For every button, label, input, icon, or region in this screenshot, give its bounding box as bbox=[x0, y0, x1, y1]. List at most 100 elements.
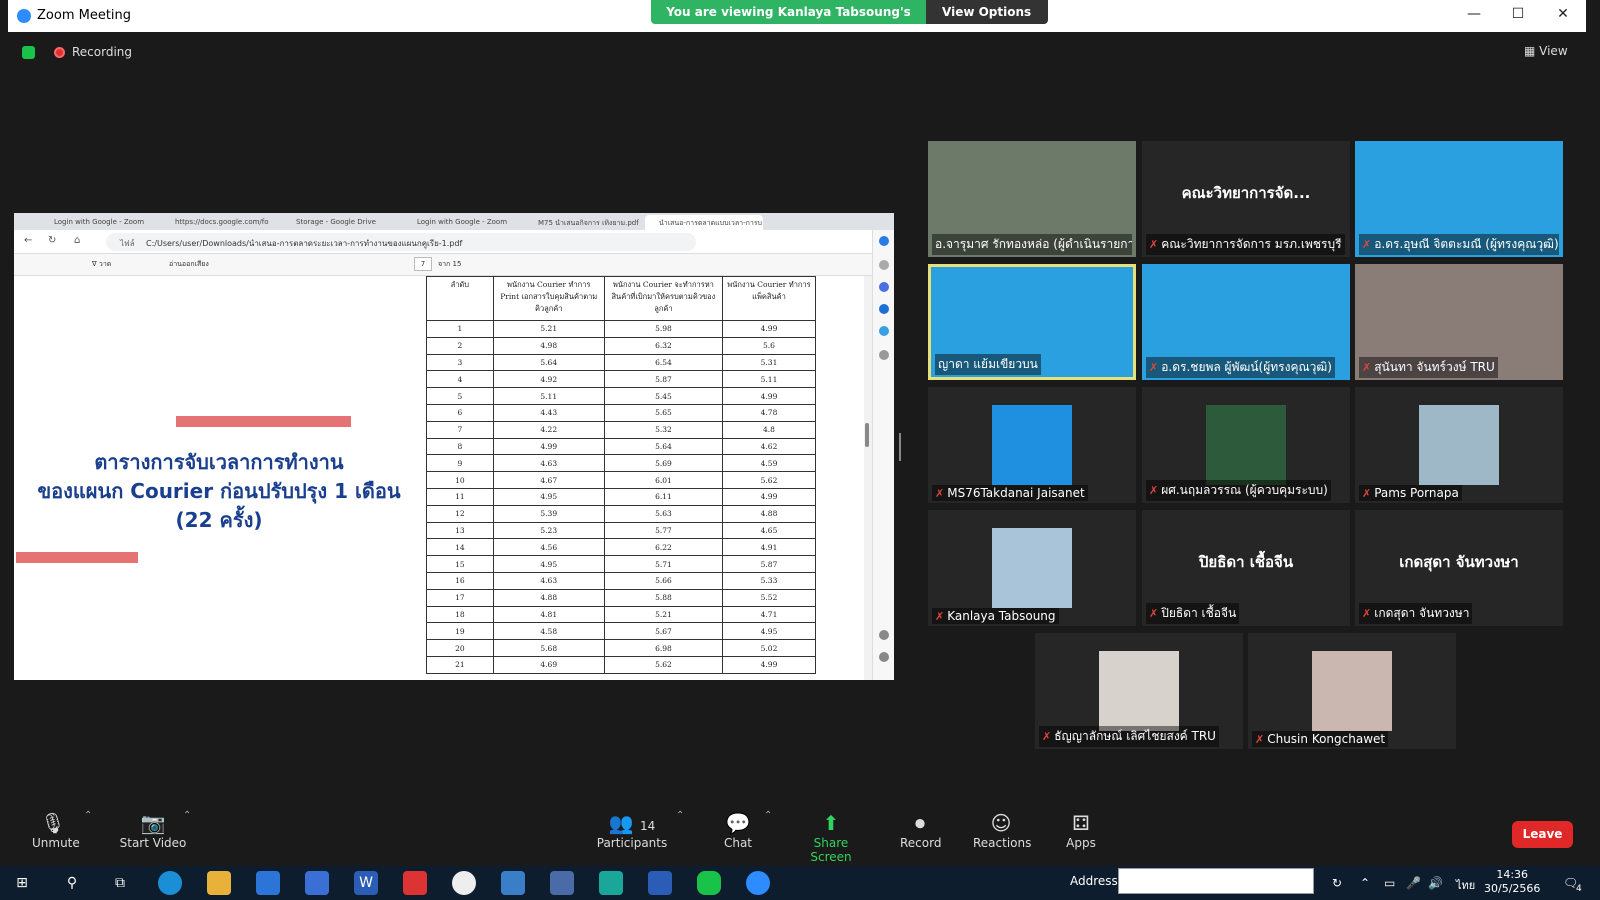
tools-icon[interactable] bbox=[879, 282, 889, 292]
app-icon[interactable] bbox=[599, 871, 623, 895]
network-icon[interactable]: ▭ bbox=[1384, 876, 1395, 890]
zoom-icon[interactable] bbox=[746, 871, 770, 895]
browser-tab-active[interactable]: นำเสนอ-การตลาดแบบเวลา-การบ bbox=[645, 215, 763, 230]
table-cell: 4.71 bbox=[722, 605, 816, 624]
participant-tile[interactable]: ✗ Chusin Kongchawet bbox=[1248, 633, 1456, 749]
url-field[interactable]: ไฟล์ C:/Users/user/Downloads/นำเสนอ-การต… bbox=[106, 233, 696, 251]
add-icon[interactable] bbox=[879, 350, 889, 360]
participant-tile[interactable]: เกดสุดา จันทวงษา ✗ เกดสุดา จันทวงษา bbox=[1355, 510, 1563, 626]
unmute-button[interactable]: 🎙 Unmute bbox=[32, 810, 80, 850]
maximize-icon[interactable]: ☐ bbox=[1508, 6, 1528, 22]
table-cell: 5.87 bbox=[722, 555, 816, 573]
close-icon[interactable]: ✕ bbox=[1553, 6, 1573, 22]
participants-count: 14 bbox=[639, 819, 656, 833]
task-view-icon[interactable]: ⧉ bbox=[108, 871, 132, 895]
home-icon[interactable]: ⌂ bbox=[74, 235, 80, 246]
record-icon: ⏺ bbox=[915, 811, 925, 835]
participant-name-tag: อ.จารุมาศ รักทองหล่อ (ผู้ดำเนินรายการ) bbox=[932, 234, 1132, 255]
participant-tile[interactable]: ญาดา แย้มเขียวบน bbox=[928, 264, 1136, 380]
search-icon[interactable] bbox=[879, 260, 889, 270]
leave-button[interactable]: Leave bbox=[1512, 821, 1573, 848]
bing-icon[interactable] bbox=[879, 236, 889, 246]
draw-tool[interactable]: ∇ วาด bbox=[92, 259, 111, 270]
chat-options-chevron[interactable]: ⌃ bbox=[764, 810, 772, 821]
view-options-button[interactable]: View Options ⌄ bbox=[926, 0, 1048, 43]
split-divider[interactable] bbox=[899, 433, 901, 461]
browser-tab[interactable]: M75 นำเสนอกิจการ เทิงยาม.pdf bbox=[524, 215, 640, 230]
scrollbar-thumb[interactable] bbox=[865, 423, 869, 447]
participant-tile[interactable]: อ.จารุมาศ รักทองหล่อ (ผู้ดำเนินรายการ) bbox=[928, 141, 1136, 257]
share-screen-button[interactable]: ⬆ Share Screen bbox=[795, 810, 867, 864]
view-options-label: View Options bbox=[942, 5, 1032, 19]
start-icon[interactable]: ⊞ bbox=[10, 871, 34, 895]
sidebar-toggle-icon[interactable] bbox=[879, 630, 889, 640]
app-icon[interactable] bbox=[648, 871, 672, 895]
participant-tile[interactable]: คณะวิทยาการจัด... ✗ คณะวิทยาการจัดการ มรภ.… bbox=[1142, 141, 1350, 257]
participant-tile[interactable]: ✗ Pams Pornapa bbox=[1355, 387, 1563, 503]
table-cell: 4.65 bbox=[722, 521, 816, 540]
pdf-scrollbar[interactable] bbox=[864, 276, 872, 680]
share-screen-label: Share Screen bbox=[810, 836, 852, 864]
video-options-chevron[interactable]: ⌃ bbox=[183, 810, 191, 821]
start-video-button[interactable]: 📷 Start Video bbox=[118, 810, 188, 850]
participant-tile[interactable]: ✗ ผศ.นฤมลวรรณ (ผู้ควบคุมระบบ) bbox=[1142, 387, 1350, 503]
address-input[interactable] bbox=[1118, 868, 1314, 894]
participants-options-chevron[interactable]: ⌃ bbox=[676, 810, 684, 821]
refresh-icon[interactable]: ↻ bbox=[48, 235, 56, 246]
participant-name-tag: ✗ สุนันทา จันทร์วงษ์ TRU bbox=[1359, 357, 1498, 378]
table-cell: 5.02 bbox=[722, 639, 816, 657]
table-cell: 4.99 bbox=[722, 387, 816, 405]
app-icon[interactable] bbox=[403, 871, 427, 895]
browser-tab[interactable]: Storage - Google Drive bbox=[282, 215, 398, 230]
search-icon[interactable]: ⚲ bbox=[60, 871, 84, 895]
participant-tile[interactable]: ✗ อ.ดร.ชยพล ผู้พัฒน์(ผู้ทรงคุณวุฒิ) bbox=[1142, 264, 1350, 380]
volume-icon[interactable]: 🔊 bbox=[1428, 876, 1443, 890]
line-icon[interactable] bbox=[697, 871, 721, 895]
chevron-up-icon[interactable]: ⌃ bbox=[1360, 876, 1370, 890]
settings-icon[interactable] bbox=[879, 652, 889, 662]
table-cell: 4.59 bbox=[722, 454, 816, 473]
shopping-icon[interactable] bbox=[879, 326, 889, 336]
read-aloud-button[interactable]: อ่านออกเสียง bbox=[169, 259, 209, 270]
participant-tile[interactable]: ✗ สุนันทา จันทร์วงษ์ TRU bbox=[1355, 264, 1563, 380]
table-cell: 4.8 bbox=[722, 420, 816, 439]
browser-tab[interactable]: Login with Google - Zoom bbox=[40, 215, 156, 230]
page-number-input[interactable]: 7 bbox=[414, 257, 432, 271]
participant-tile[interactable]: ปิยธิดา เชื้อจีน ✗ ปิยธิดา เชื้อจีน bbox=[1142, 510, 1350, 626]
file-explorer-icon[interactable] bbox=[207, 871, 231, 895]
participant-tile[interactable]: ✗ MS76Takdanai Jaisanet bbox=[928, 387, 1136, 503]
apps-button[interactable]: ⚃ Apps bbox=[1066, 810, 1096, 850]
view-label: View bbox=[1539, 44, 1568, 58]
back-icon[interactable]: ← bbox=[24, 235, 32, 246]
participant-tile[interactable]: ✗ อ.ดร.อุษณี จิตตะมณี (ผู้ทรงคุณวุฒิ) bbox=[1355, 141, 1563, 257]
microphone-icon[interactable]: 🎤 bbox=[1406, 876, 1421, 890]
security-shield-icon[interactable] bbox=[22, 46, 35, 59]
mic-muted-icon: ✗ bbox=[935, 487, 945, 500]
word-icon[interactable]: W bbox=[354, 871, 378, 895]
browser-tab[interactable]: Login with Google - Zoom bbox=[403, 215, 519, 230]
app-icon[interactable] bbox=[550, 871, 574, 895]
refresh-icon[interactable]: ↻ bbox=[1332, 876, 1342, 890]
store-icon[interactable] bbox=[256, 871, 280, 895]
language-indicator[interactable]: ไทย bbox=[1456, 876, 1475, 894]
chrome-icon[interactable] bbox=[452, 871, 476, 895]
photos-icon[interactable] bbox=[501, 871, 525, 895]
outlook-icon[interactable] bbox=[879, 304, 889, 314]
participants-button[interactable]: 👥 14 Participants bbox=[596, 810, 668, 850]
edge-icon[interactable] bbox=[158, 871, 182, 895]
browser-tab[interactable]: https://docs.google.com/fo bbox=[161, 215, 277, 230]
reactions-button[interactable]: ☺ Reactions bbox=[973, 810, 1031, 850]
participant-tile[interactable]: ✗ Kanlaya Tabsoung bbox=[928, 510, 1136, 626]
view-button[interactable]: ▦ View bbox=[1524, 44, 1568, 58]
clock[interactable]: 14:36 30/5/2566 bbox=[1484, 868, 1540, 896]
participant-video bbox=[1099, 651, 1179, 731]
participant-display-name: เกดสุดา จันทวงษา bbox=[1399, 553, 1519, 571]
table-row: 3 5.64 6.54 5.31 bbox=[426, 353, 816, 372]
record-button[interactable]: ⏺ Record bbox=[900, 810, 941, 850]
participant-tile[interactable]: ✗ ธัญญาลักษณ์ เลิศไชยสงค์ TRU bbox=[1035, 633, 1243, 749]
mail-icon[interactable] bbox=[305, 871, 329, 895]
audio-options-chevron[interactable]: ⌃ bbox=[84, 810, 92, 821]
minimize-icon[interactable]: — bbox=[1464, 6, 1484, 22]
draw-label: วาด bbox=[98, 260, 112, 268]
chat-button[interactable]: 💬 Chat bbox=[722, 810, 754, 850]
